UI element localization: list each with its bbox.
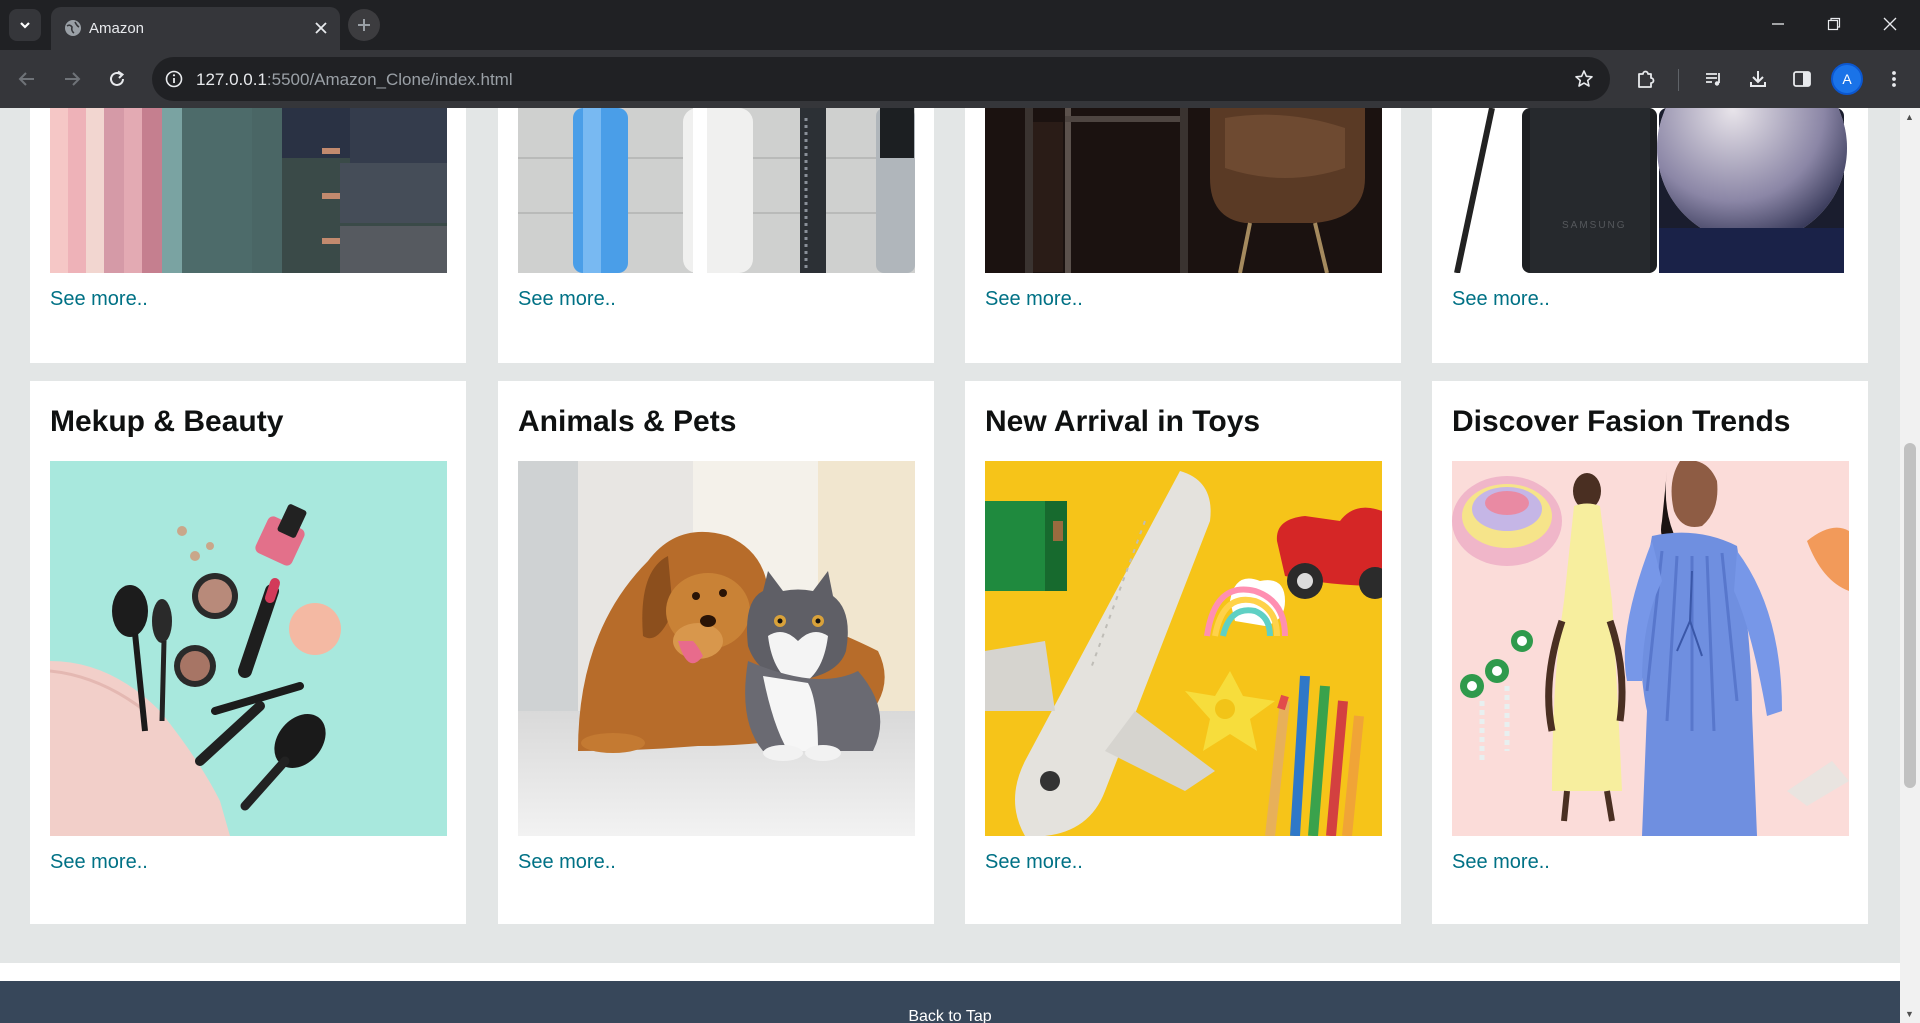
see-more-link[interactable]: See more.. xyxy=(985,851,1083,874)
furniture-chair-photo xyxy=(985,108,1382,273)
see-more-link[interactable]: See more.. xyxy=(50,288,148,311)
extensions-button[interactable] xyxy=(1630,63,1662,95)
url-text: 127.0.0.1:5500/Amazon_Clone/index.html xyxy=(196,70,513,90)
more-vert-icon xyxy=(1892,71,1896,87)
plus-icon xyxy=(358,19,370,31)
category-card: See more.. xyxy=(498,108,934,363)
card-title: Animals & Pets xyxy=(518,405,737,438)
fashion-fabrics-photo xyxy=(50,108,447,273)
downloads-button[interactable] xyxy=(1742,63,1774,95)
tab-title: Amazon xyxy=(89,20,145,37)
footer-spacer xyxy=(0,963,1900,981)
menu-button[interactable] xyxy=(1878,63,1910,95)
see-more-link[interactable]: See more.. xyxy=(518,288,616,311)
media-controls-button[interactable] xyxy=(1698,63,1730,95)
category-card-toys: New Arrival in Toys See more.. xyxy=(965,381,1401,924)
url-host: 127.0.0.1 xyxy=(196,70,267,89)
side-panel-icon xyxy=(1793,71,1811,87)
close-tab-button[interactable] xyxy=(310,17,332,39)
browser-toolbar: 127.0.0.1:5500/Amazon_Clone/index.html A xyxy=(0,50,1920,108)
minimize-icon xyxy=(1772,23,1784,25)
fashion-models-photo xyxy=(1452,461,1849,836)
profile-avatar[interactable]: A xyxy=(1831,63,1863,95)
see-more-link[interactable]: See more.. xyxy=(518,851,616,874)
dog-and-cat-photo xyxy=(518,461,915,836)
star-icon xyxy=(1575,70,1593,87)
toolbar-separator xyxy=(1678,69,1679,91)
category-card-makeup: Mekup & Beauty See more.. xyxy=(30,381,466,924)
chevron-down-icon xyxy=(20,22,30,29)
card-title: Discover Fasion Trends xyxy=(1452,405,1791,438)
card-title: New Arrival in Toys xyxy=(985,405,1261,438)
see-more-link[interactable]: See more.. xyxy=(50,851,148,874)
tab-strip: Amazon xyxy=(0,0,1920,50)
bookmark-button[interactable] xyxy=(1570,65,1598,93)
home-appliances-photo xyxy=(518,108,915,273)
svg-text:SAMSUNG: SAMSUNG xyxy=(1562,220,1627,231)
restore-icon xyxy=(1827,17,1841,31)
close-icon xyxy=(1883,17,1897,31)
side-panel-button[interactable] xyxy=(1786,63,1818,95)
restore-button[interactable] xyxy=(1806,0,1862,48)
arrow-right-icon xyxy=(65,72,81,86)
address-bar[interactable]: 127.0.0.1:5500/Amazon_Clone/index.html xyxy=(152,57,1610,101)
close-icon xyxy=(315,22,327,34)
reload-icon xyxy=(110,70,125,86)
scroll-down-arrow-icon[interactable]: ▼ xyxy=(1905,1009,1914,1019)
new-tab-button[interactable] xyxy=(348,9,380,41)
category-card: See more.. xyxy=(30,108,466,363)
toys-airplane-photo xyxy=(985,461,1382,836)
makeup-products-photo xyxy=(50,461,447,836)
category-card-fashion: Discover Fasion Trends See more.. xyxy=(1432,381,1868,924)
close-window-button[interactable] xyxy=(1862,0,1918,48)
back-to-top-link[interactable]: Back to Tap xyxy=(0,1008,1900,1023)
samsung-phone-photo: SAMSUNG xyxy=(1452,108,1849,273)
back-button[interactable] xyxy=(11,63,43,95)
url-path: :5500/Amazon_Clone/index.html xyxy=(266,70,513,89)
see-more-link[interactable]: See more.. xyxy=(985,288,1083,311)
page-scrollbar[interactable]: ▲ ▼ xyxy=(1900,108,1920,1023)
arrow-left-icon xyxy=(18,72,34,86)
category-card: See more.. xyxy=(965,108,1401,363)
info-icon xyxy=(165,70,183,88)
forward-button[interactable] xyxy=(56,63,88,95)
site-info-button[interactable] xyxy=(160,65,188,93)
category-card-pets: Animals & Pets See more.. xyxy=(498,381,934,924)
playlist-icon xyxy=(1706,73,1720,86)
card-title: Mekup & Beauty xyxy=(50,405,284,438)
category-card: SAMSUNG See more.. xyxy=(1432,108,1868,363)
globe-icon xyxy=(65,20,81,36)
scroll-up-arrow-icon[interactable]: ▲ xyxy=(1905,112,1914,122)
tab-search-button[interactable] xyxy=(9,9,41,41)
puzzle-icon xyxy=(1638,70,1655,88)
see-more-link[interactable]: See more.. xyxy=(1452,851,1550,874)
see-more-link[interactable]: See more.. xyxy=(1452,288,1550,311)
scroll-thumb[interactable] xyxy=(1904,443,1916,788)
reload-button[interactable] xyxy=(101,63,133,95)
minimize-button[interactable] xyxy=(1750,0,1806,48)
footer: Back to Tap xyxy=(0,981,1900,1023)
download-icon xyxy=(1750,71,1766,87)
browser-tab[interactable]: Amazon xyxy=(51,7,340,50)
page-viewport: See more.. See more.. See more.. SAMSUNG… xyxy=(0,108,1920,1023)
